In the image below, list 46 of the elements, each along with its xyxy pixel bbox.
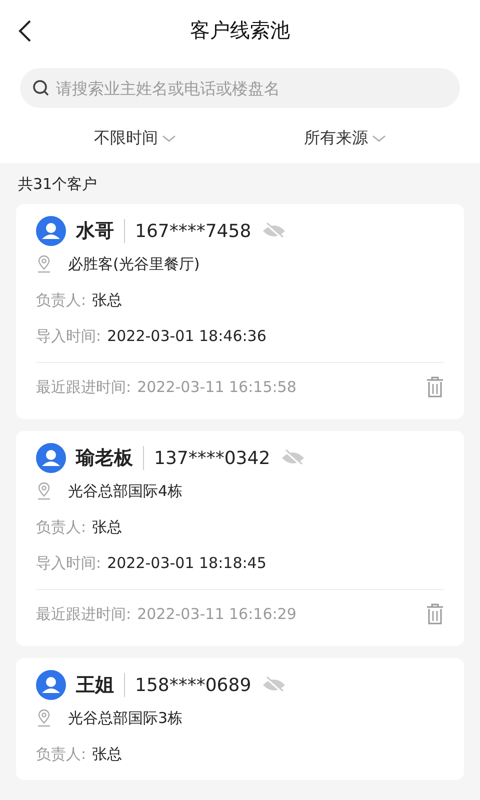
avatar-icon [36,443,66,473]
owner-name: 张总 [92,290,122,310]
phone-number: 158****0689 [135,674,252,696]
location-pin-icon [36,482,52,500]
trash-icon[interactable] [426,376,444,398]
address-text: 光谷总部国际3栋 [68,708,183,728]
customer-card[interactable]: 瑜老板 137****0342 光谷总部国际4栋 负责人: 张总 导入时间: 2022-03-01 18:18:45 最近跟进时间: 2022-03-11 16:16:29 [16,431,464,646]
follow-up-time: 2022-03-11 16:16:29 [137,605,296,623]
follow-up-time: 2022-03-11 16:15:58 [137,378,296,396]
import-time: 2022-03-01 18:18:45 [107,554,266,572]
owner-label: 负责人: [36,744,86,764]
follow-up-label: 最近跟进时间: [36,604,132,624]
eye-hidden-icon[interactable] [261,222,288,240]
avatar-icon [36,670,66,700]
location-pin-icon [36,255,52,273]
phone-number: 137****0342 [154,448,270,468]
customer-name: 王姐 [76,673,114,698]
follow-up-label: 最近跟进时间: [36,378,132,396]
customer-count: 共31个客户 [17,174,98,195]
eye-hidden-icon[interactable] [261,676,288,694]
eye-hidden-icon[interactable] [280,449,306,467]
chevron-down-icon [372,134,386,142]
customer-card[interactable]: 水哥 167****7458 必胜客(光谷里餐厅) 负责人: 张总 导入时间: 2022-03-01 18:46:36 最近跟进时间: 2022-03-11 16:15:58 [16,204,464,419]
search-icon [32,79,50,97]
back-icon[interactable] [18,19,32,43]
filter-dropdown[interactable]: 所有来源 [296,120,394,157]
import-time-label: 导入时间: [36,326,102,346]
location-pin-icon [36,709,52,727]
page-title: 客户线索池 [190,16,290,44]
owner-label: 负责人: [36,290,86,310]
customer-name: 水哥 [76,219,114,244]
customer-name: 瑜老板 [76,446,133,471]
owner-label: 负责人: [36,518,86,536]
avatar-icon [36,216,66,246]
owner-name: 张总 [92,518,122,536]
address-text: 光谷总部国际4栋 [68,482,183,500]
import-time: 2022-03-01 18:46:36 [107,327,266,345]
phone-number: 167****7458 [135,220,252,242]
trash-icon[interactable] [426,603,444,625]
customer-card[interactable]: 王姐 158****0689 光谷总部国际3栋 负责人: 张总 [16,658,464,780]
owner-name: 张总 [92,744,122,764]
address-text: 必胜客(光谷里餐厅) [68,254,200,274]
import-time-label: 导入时间: [36,554,102,572]
filter-dropdown[interactable]: 不限时间 [86,120,184,157]
search-field[interactable]: 请搜索业主姓名或电话或楼盘名 [20,68,460,108]
chevron-down-icon [162,134,176,142]
